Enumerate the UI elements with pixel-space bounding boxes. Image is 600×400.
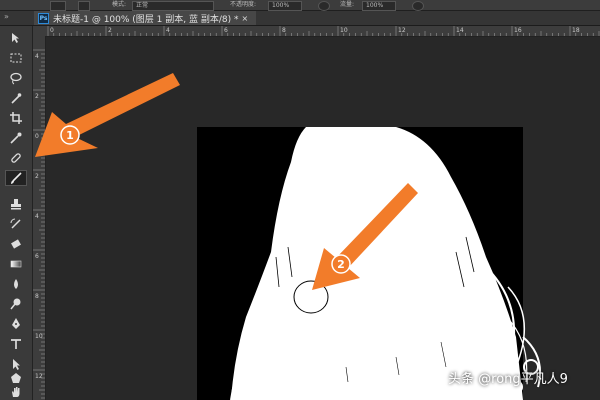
annotation-number-2: 2 bbox=[337, 258, 345, 271]
annotation-layer: 1 2 bbox=[35, 73, 418, 290]
watermark: 头条 @rong平凡人9 bbox=[448, 372, 568, 387]
annotation-arrow-2: 2 bbox=[312, 183, 418, 290]
annotation-arrow-1: 1 bbox=[35, 73, 180, 157]
annotation-number-1: 1 bbox=[66, 129, 74, 142]
